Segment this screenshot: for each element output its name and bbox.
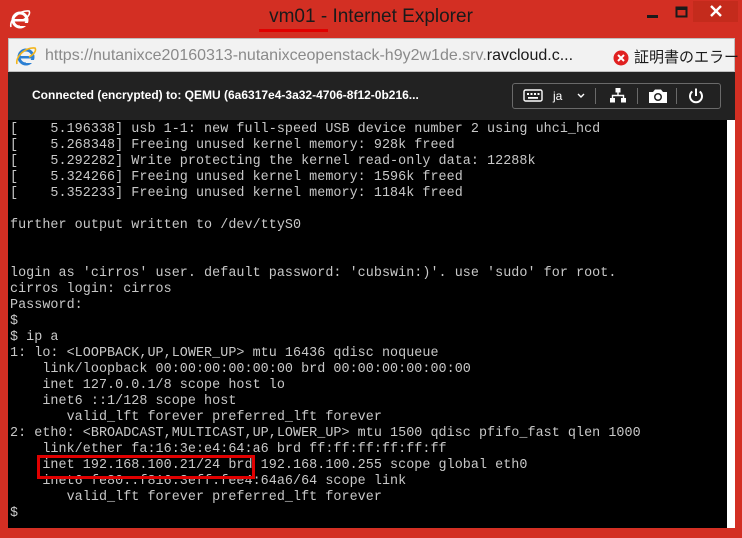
screenshot-button[interactable] — [645, 84, 671, 108]
terminal-line: 2: eth0: <BROADCAST,MULTICAST,UP,LOWER_U… — [10, 426, 641, 441]
camera-icon — [649, 89, 667, 103]
terminal-line: [ 5.292282] Write protecting the kernel … — [10, 154, 536, 169]
close-button[interactable] — [693, 1, 738, 22]
window-title-vm: vm01 — [269, 6, 316, 27]
terminal-line: inet6 ::1/128 scope host — [10, 394, 237, 409]
url-text[interactable]: https://nutanixce20160313-nutanixceopens… — [45, 47, 573, 65]
toolbar-divider — [637, 88, 638, 104]
minimize-icon — [647, 15, 658, 18]
chevron-down-icon — [577, 93, 585, 98]
console-tools: ja — [512, 83, 721, 109]
terminal-line: valid_lft forever preferred_lft forever — [10, 410, 382, 425]
toolbar-divider — [595, 88, 596, 104]
terminal-line: inet 127.0.0.1/8 scope host lo — [10, 378, 285, 393]
terminal-line: valid_lft forever preferred_lft forever — [10, 490, 382, 505]
minimize-button[interactable] — [638, 0, 668, 28]
certificate-error-button[interactable]: 証明書のエラー — [613, 46, 739, 67]
site-ie-icon — [15, 47, 37, 66]
terminal-line: $ ip a — [10, 330, 59, 345]
terminal-line: login as 'cirros' user. default password… — [10, 266, 617, 281]
toolbar-divider — [676, 88, 677, 104]
window-title: vm01 - Internet Explorer — [0, 6, 742, 28]
terminal-line: [ 5.324266] Freeing unused kernel memory… — [10, 170, 463, 185]
address-bar[interactable]: https://nutanixce20160313-nutanixceopens… — [8, 38, 739, 72]
network-icon — [610, 88, 626, 103]
keyboard-button[interactable] — [519, 84, 547, 108]
error-shield-icon — [613, 50, 629, 66]
connection-status: Connected (encrypted) to: QEMU (6a6317e4… — [32, 88, 419, 102]
terminal-line: $ — [10, 506, 19, 521]
terminal-line: [ 5.196338] usb 1-1: new full-speed USB … — [10, 122, 601, 137]
url-domain: ravcloud.c... — [486, 47, 574, 64]
maximize-button[interactable] — [668, 0, 696, 28]
network-button[interactable] — [605, 84, 631, 108]
ip-address-highlight — [37, 455, 255, 479]
vm-console-screen[interactable]: [ 5.196338] usb 1-1: new full-speed USB … — [8, 120, 727, 528]
terminal-line: 1: lo: <LOOPBACK,UP,LOWER_UP> mtu 16436 … — [10, 346, 439, 361]
power-button[interactable] — [683, 84, 709, 108]
terminal-line: further output written to /dev/ttyS0 — [10, 218, 302, 233]
console-toolbar: Connected (encrypted) to: QEMU (6a6317e4… — [8, 72, 735, 120]
language-dropdown-button[interactable] — [575, 84, 587, 108]
power-icon — [689, 88, 703, 104]
terminal-line: link/loopback 00:00:00:00:00:00 brd 00:0… — [10, 362, 471, 377]
window-title-app: - Internet Explorer — [315, 6, 473, 27]
keyboard-icon — [523, 89, 543, 102]
certificate-error-label: 証明書のエラー — [634, 49, 740, 66]
maximize-icon — [675, 6, 688, 18]
frame-edge — [727, 120, 735, 528]
close-icon — [709, 5, 722, 17]
title-bar: vm01 - Internet Explorer — [0, 0, 742, 38]
window-bottom-border — [8, 528, 735, 538]
terminal-line: cirros login: cirros — [10, 282, 172, 297]
terminal-line: [ 5.352233] Freeing unused kernel memory… — [10, 186, 463, 201]
terminal-line: [ 5.268348] Freeing unused kernel memory… — [10, 138, 455, 153]
url-path: https://nutanixce20160313-nutanixceopens… — [45, 47, 487, 64]
terminal-line: $ — [10, 314, 19, 329]
terminal-line: Password: — [10, 298, 83, 313]
